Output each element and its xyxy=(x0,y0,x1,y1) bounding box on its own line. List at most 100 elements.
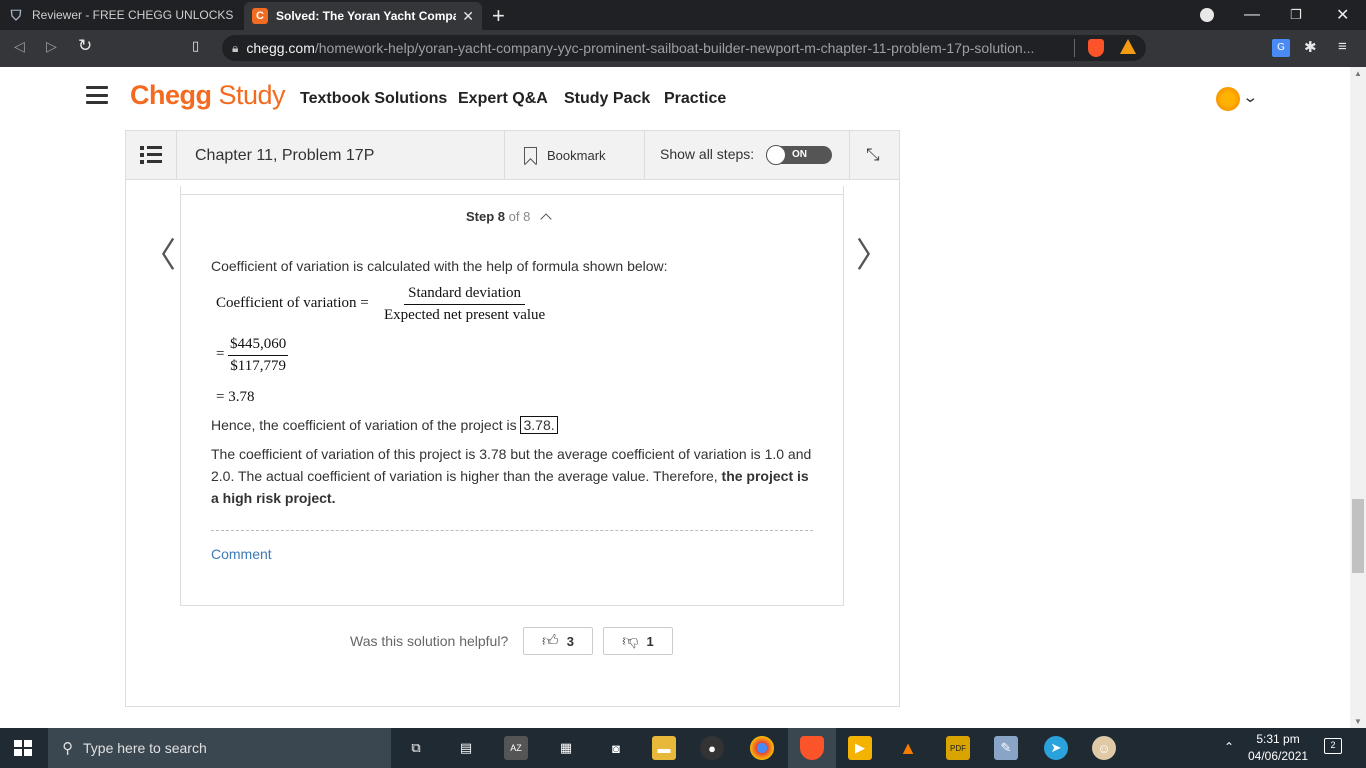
list-icon[interactable] xyxy=(140,146,162,164)
show-all-steps-toggle[interactable]: ON xyxy=(766,145,832,165)
bookmark-icon xyxy=(524,146,537,164)
brave-rewards-icon[interactable] xyxy=(1120,39,1136,54)
avatar[interactable] xyxy=(1216,87,1240,111)
clock-time: 5:31 pm xyxy=(1256,732,1300,746)
formula-numerator: Standard deviation xyxy=(404,285,526,305)
clock-date: 04/06/2021 xyxy=(1248,749,1309,763)
scroll-down-icon[interactable]: ▼ xyxy=(1354,717,1362,726)
nav-expert-qa[interactable]: Expert Q&A xyxy=(458,90,548,108)
nav-practice[interactable]: Practice xyxy=(664,90,726,108)
minimize-icon[interactable]: — xyxy=(1244,0,1260,30)
thumbs-up-icon: 👍︎ xyxy=(542,632,559,650)
tab-title: Solved: The Yoran Yacht Company xyxy=(276,9,457,23)
lock-icon: 🔒︎ xyxy=(232,40,239,55)
chevron-up-icon[interactable] xyxy=(540,213,552,225)
restore-icon[interactable]: ❐ xyxy=(1290,0,1302,30)
translate-extension-icon[interactable]: G xyxy=(1272,39,1290,57)
chegg-study-logo[interactable]: Chegg Study xyxy=(130,80,286,111)
logo-brand: Chegg xyxy=(130,80,212,110)
pdf-app-icon[interactable]: PDF xyxy=(946,736,970,760)
windows-start-icon[interactable] xyxy=(14,740,32,756)
conclusion-paragraph: The coefficient of variation of this pro… xyxy=(211,443,817,509)
thumbs-up-count: 3 xyxy=(566,633,574,649)
step-indicator[interactable]: Step 8 of 8 xyxy=(466,209,552,225)
helpful-question: Was this solution helpful? xyxy=(350,633,509,649)
hence-boxed-value: 3.78. xyxy=(520,416,558,434)
character-app-icon[interactable]: ☺ xyxy=(1092,736,1116,760)
file-explorer-icon[interactable]: ▬ xyxy=(652,736,676,760)
windows-taskbar: ⚲ Type here to search xyxy=(0,728,1366,768)
step-current: Step 8 xyxy=(466,209,506,224)
forward-icon[interactable]: ▷ xyxy=(46,38,57,55)
result-line: = 3.78 xyxy=(216,389,255,405)
bookmark-page-icon[interactable]: ▯ xyxy=(192,38,199,54)
formula-denominator: Expected net present value xyxy=(384,307,546,323)
tab-chegg-solution[interactable]: C Solved: The Yoran Yacht Company ✕ xyxy=(244,2,482,30)
toolbar-divider xyxy=(176,131,177,179)
problem-toolbar: Chapter 11, Problem 17P Bookmark Show al… xyxy=(125,130,900,180)
media-app-icon[interactable]: ● xyxy=(700,736,724,760)
taskbar-clock[interactable]: 5:31 pm 04/06/2021 xyxy=(1248,731,1308,765)
toolbar-divider xyxy=(644,131,645,179)
hence-statement: Hence, the coefficient of variation of t… xyxy=(211,414,558,436)
url-path: /homework-help/yoran-yacht-company-yyc-p… xyxy=(314,40,1035,56)
profile-icon[interactable] xyxy=(1200,0,1214,30)
hamburger-menu-icon[interactable] xyxy=(86,86,108,104)
back-icon[interactable]: ◁ xyxy=(14,38,25,55)
notes-app-icon[interactable]: ▤ xyxy=(454,736,478,760)
hence-text: Hence, the coefficient of variation of t… xyxy=(211,417,517,433)
formula-fraction: Standard deviation Expected net present … xyxy=(384,285,545,324)
url-bar[interactable]: 🔒︎ chegg.com /homework-help/yoran-yacht-… xyxy=(222,35,1146,61)
thumbs-down-count: 1 xyxy=(646,633,654,649)
nav-study-pack[interactable]: Study Pack xyxy=(564,90,650,108)
next-step-chevron-icon[interactable]: 〉 xyxy=(856,228,890,277)
solution-intro: Coefficient of variation is calculated w… xyxy=(211,258,668,274)
scroll-up-icon[interactable]: ▲ xyxy=(1354,69,1362,78)
brave-shield-icon[interactable] xyxy=(1088,39,1104,57)
thumbs-down-button[interactable]: 👎︎ 1 xyxy=(603,627,673,655)
comment-link[interactable]: Comment xyxy=(211,546,272,562)
notification-icon[interactable]: 2 xyxy=(1324,738,1342,754)
taskbar-search-input[interactable]: ⚲ Type here to search xyxy=(48,728,391,768)
new-tab-button[interactable]: + xyxy=(492,3,505,29)
browser-menu-icon[interactable]: ≡ xyxy=(1338,38,1347,55)
tab-reviewer[interactable]: ⛉ Reviewer - FREE CHEGG UNLOCKS | Pa xyxy=(0,0,242,30)
scrollbar-thumb[interactable] xyxy=(1352,499,1364,573)
tray-chevron-up-icon[interactable]: ⌃ xyxy=(1224,740,1234,754)
formula-lhs: Coefficient of variation = xyxy=(216,295,369,311)
brave-browser-icon[interactable] xyxy=(800,736,824,760)
previous-step-chevron-icon[interactable]: 〈 xyxy=(142,228,176,277)
step-total: of 8 xyxy=(508,209,531,224)
taskbar-search-placeholder: Type here to search xyxy=(83,740,207,756)
search-icon: ⚲ xyxy=(62,740,73,757)
telegram-icon[interactable]: ➤ xyxy=(1044,736,1068,760)
dashed-divider xyxy=(211,530,813,531)
browser-tab-bar: ⛉ Reviewer - FREE CHEGG UNLOCKS | Pa C S… xyxy=(0,0,1366,30)
chrome-icon[interactable] xyxy=(750,736,774,760)
calculator-icon[interactable]: ▦ xyxy=(554,736,578,760)
extensions-puzzle-icon[interactable]: ✱ xyxy=(1304,38,1317,56)
page-scrollbar[interactable]: ▲ ▼ xyxy=(1350,67,1366,728)
bookmark-button[interactable]: Bookmark xyxy=(504,131,644,179)
show-all-steps-label: Show all steps: xyxy=(660,146,755,162)
dictionary-app-icon[interactable]: AZ xyxy=(504,736,528,760)
window-close-icon[interactable]: ✕ xyxy=(1336,0,1349,30)
equals-sign: = xyxy=(216,346,225,362)
shield-icon: ⛉ xyxy=(10,6,22,23)
tab-close-icon[interactable]: ✕ xyxy=(462,8,474,25)
calc-numerator: $445,060 xyxy=(228,336,289,356)
chevron-down-icon[interactable]: ⌄ xyxy=(1242,88,1258,106)
task-view-icon[interactable]: ⧉ xyxy=(404,736,428,760)
nav-textbook-solutions[interactable]: Textbook Solutions xyxy=(300,90,447,108)
vlc-icon[interactable]: ▲ xyxy=(896,736,920,760)
chapter-title: Chapter 11, Problem 17P xyxy=(195,147,375,164)
reload-icon[interactable]: ↻ xyxy=(78,36,92,56)
pen-app-icon[interactable]: ✎ xyxy=(994,736,1018,760)
url-host: chegg.com xyxy=(246,40,315,56)
camera-app-icon[interactable]: ◙ xyxy=(604,736,628,760)
player-app-icon[interactable]: ▶ xyxy=(848,736,872,760)
thumbs-up-button[interactable]: 👍︎ 3 xyxy=(523,627,593,655)
bookmark-label: Bookmark xyxy=(547,147,606,163)
expand-icon[interactable]: ⤡ xyxy=(866,145,880,165)
calc-fraction: $445,060 $117,779 xyxy=(228,336,289,375)
